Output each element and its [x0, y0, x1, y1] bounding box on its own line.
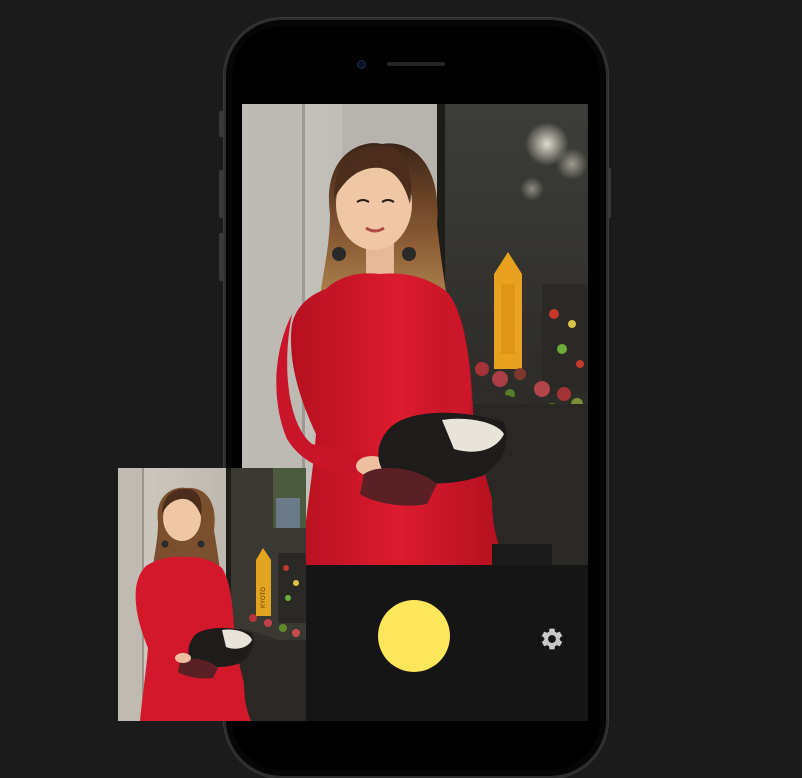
- thumbnail-sign-text: KYOTO: [261, 587, 267, 608]
- gear-icon[interactable]: [539, 626, 565, 652]
- shutter-button[interactable]: [378, 600, 450, 672]
- original-photo-thumbnail[interactable]: KYOTO: [118, 468, 306, 721]
- front-camera-icon: [357, 60, 366, 69]
- thumbnail-photo: KYOTO: [118, 468, 306, 721]
- app-stage: KYOTO: [0, 0, 802, 778]
- earpiece-speaker: [387, 62, 445, 66]
